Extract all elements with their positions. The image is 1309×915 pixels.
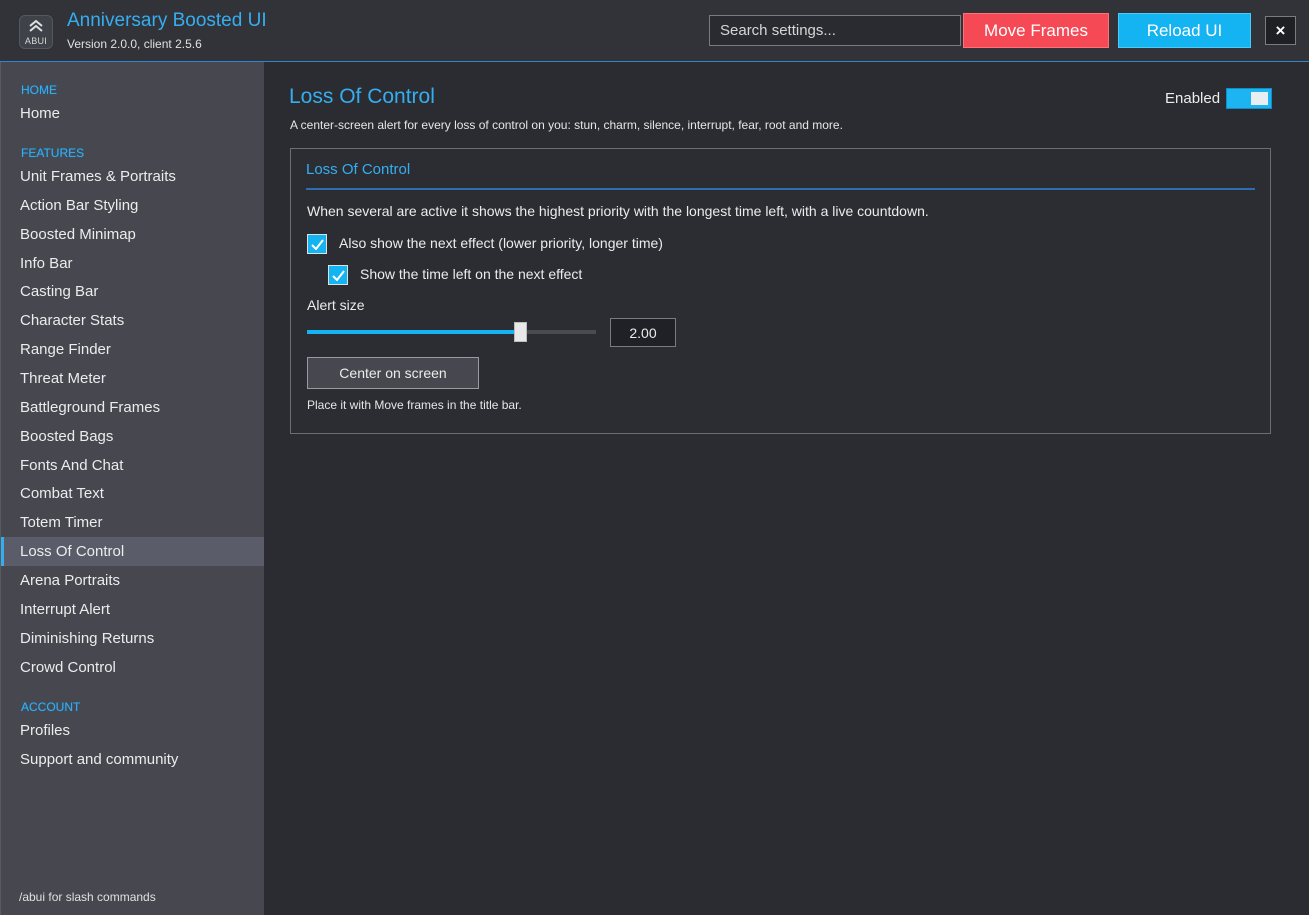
slash-commands-hint: /abui for slash commands <box>19 890 156 904</box>
sidebar-item-threat-meter[interactable]: Threat Meter <box>1 364 264 393</box>
alert-size-value[interactable]: 2.00 <box>610 318 676 347</box>
title-bar: ABUI Anniversary Boosted UI Version 2.0.… <box>0 0 1309 62</box>
reload-ui-button[interactable]: Reload UI <box>1118 13 1251 48</box>
panel-divider <box>306 188 1255 190</box>
app-version: Version 2.0.0, client 2.5.6 <box>67 37 202 51</box>
app-logo: ABUI <box>19 15 53 49</box>
sidebar-item-battleground-frames[interactable]: Battleground Frames <box>1 393 264 422</box>
slider-thumb[interactable] <box>514 322 527 342</box>
sidebar-item-arena-portraits[interactable]: Arena Portraits <box>1 566 264 595</box>
time-left-checkbox[interactable] <box>328 265 348 285</box>
logo-text: ABUI <box>24 36 48 46</box>
close-icon: × <box>1275 20 1286 40</box>
next-effect-label: Also show the next effect (lower priorit… <box>339 235 663 251</box>
section-label-account: ACCOUNT <box>21 700 81 714</box>
time-left-label: Show the time left on the next effect <box>360 266 583 282</box>
page-title: Loss Of Control <box>289 85 435 108</box>
section-label-home: HOME <box>21 83 57 97</box>
toggle-knob <box>1251 92 1268 105</box>
placement-hint: Place it with Move frames in the title b… <box>307 398 522 412</box>
sidebar-item-character-stats[interactable]: Character Stats <box>1 306 264 335</box>
sidebar-item-combat-text[interactable]: Combat Text <box>1 479 264 508</box>
search-input[interactable] <box>709 15 961 46</box>
sidebar-item-loss-of-control[interactable]: Loss Of Control <box>1 537 264 566</box>
sidebar-item-fonts-chat[interactable]: Fonts And Chat <box>1 451 264 480</box>
sidebar-item-diminishing-returns[interactable]: Diminishing Returns <box>1 624 264 653</box>
settings-panel: Loss Of Control When several are active … <box>290 148 1271 434</box>
sidebar: HOME Home FEATURES Unit Frames & Portrai… <box>0 62 264 915</box>
chevron-up-icon <box>29 19 43 32</box>
app-title: Anniversary Boosted UI <box>67 10 267 31</box>
slider-fill <box>307 330 521 334</box>
sidebar-item-casting-bar[interactable]: Casting Bar <box>1 277 264 306</box>
alert-size-slider[interactable] <box>307 322 596 342</box>
sidebar-item-boosted-bags[interactable]: Boosted Bags <box>1 422 264 451</box>
alert-size-label: Alert size <box>307 297 365 313</box>
panel-description: When several are active it shows the hig… <box>307 203 929 219</box>
sidebar-item-profiles[interactable]: Profiles <box>1 716 264 745</box>
panel-title: Loss Of Control <box>306 161 411 178</box>
section-label-features: FEATURES <box>21 146 85 160</box>
sidebar-item-minimap[interactable]: Boosted Minimap <box>1 220 264 249</box>
sidebar-item-info-bar[interactable]: Info Bar <box>1 249 264 278</box>
sidebar-item-range-finder[interactable]: Range Finder <box>1 335 264 364</box>
main-content: Loss Of Control A center-screen alert fo… <box>264 62 1309 915</box>
sidebar-item-interrupt-alert[interactable]: Interrupt Alert <box>1 595 264 624</box>
move-frames-button[interactable]: Move Frames <box>963 13 1109 48</box>
check-icon <box>311 239 324 250</box>
check-icon <box>332 270 345 281</box>
center-on-screen-button[interactable]: Center on screen <box>307 357 479 389</box>
close-button[interactable]: × <box>1265 16 1296 45</box>
sidebar-item-home[interactable]: Home <box>1 99 264 128</box>
sidebar-item-action-bar[interactable]: Action Bar Styling <box>1 191 264 220</box>
sidebar-item-totem-timer[interactable]: Totem Timer <box>1 508 264 537</box>
enabled-toggle[interactable] <box>1226 88 1272 109</box>
sidebar-item-crowd-control[interactable]: Crowd Control <box>1 653 264 682</box>
sidebar-item-support[interactable]: Support and community <box>1 745 264 774</box>
enabled-label: Enabled <box>1165 90 1221 107</box>
page-description: A center-screen alert for every loss of … <box>290 118 843 132</box>
next-effect-checkbox[interactable] <box>307 234 327 254</box>
sidebar-item-unit-frames[interactable]: Unit Frames & Portraits <box>1 162 264 191</box>
